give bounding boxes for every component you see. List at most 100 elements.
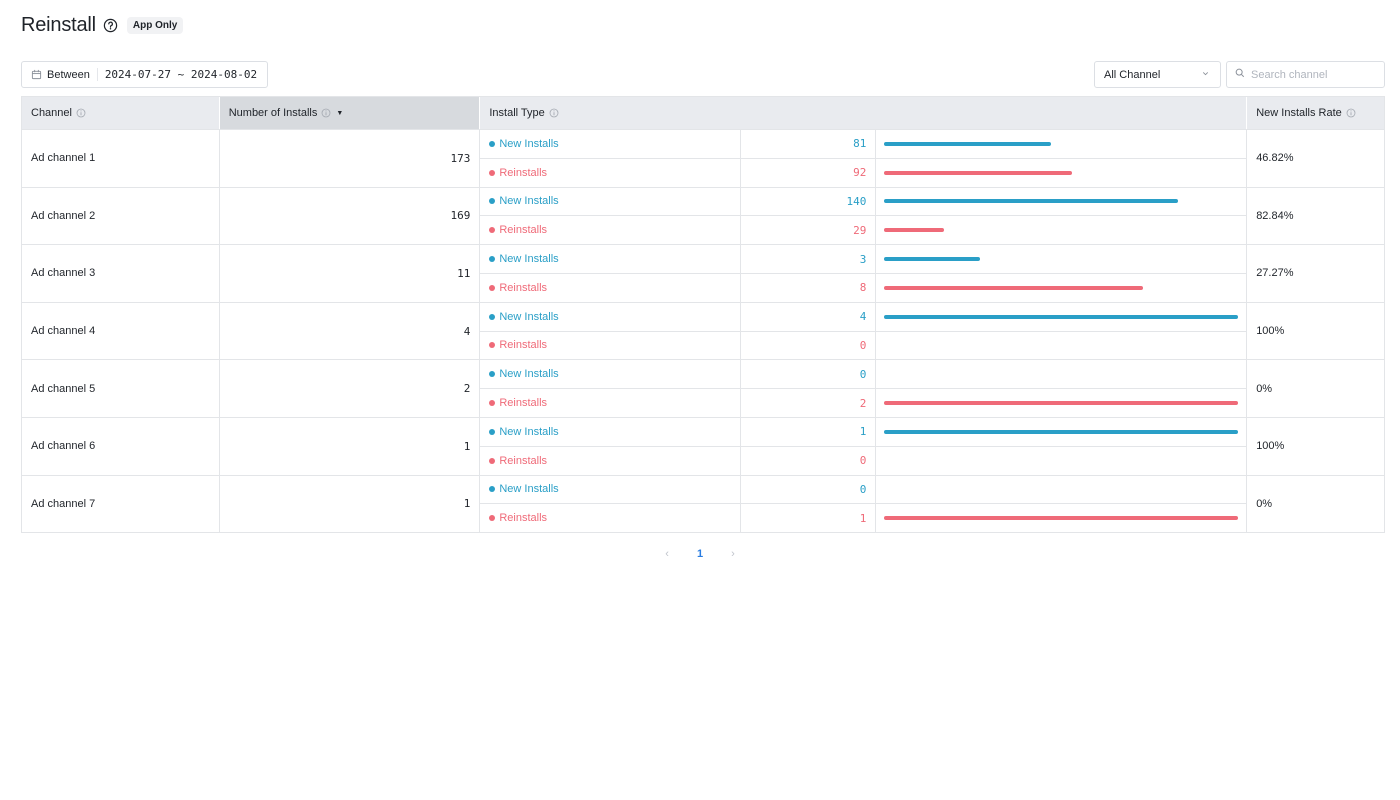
bar-cell bbox=[876, 389, 1246, 417]
type-label: New Installs bbox=[499, 253, 559, 266]
reinstalls-subrow: Reinstalls 92 bbox=[480, 157, 1247, 187]
chevron-down-icon bbox=[1201, 69, 1210, 81]
bar-cell bbox=[876, 216, 1246, 244]
column-label: Number of Installs bbox=[228, 107, 318, 119]
new-installs-subrow: New Installs 0 bbox=[480, 360, 1246, 389]
dot-icon bbox=[489, 140, 496, 147]
help-icon[interactable] bbox=[103, 17, 119, 33]
bar-cell bbox=[876, 418, 1246, 446]
new-installs-label: New Installs bbox=[480, 187, 742, 216]
installs-cell: 4 bbox=[220, 302, 481, 360]
column-header-install-type[interactable]: Install Type bbox=[480, 97, 1248, 129]
filter-bar: Between 2024-07-27 ~ 2024-08-02 All Chan… bbox=[21, 61, 1385, 88]
rate-cell: 100% bbox=[1247, 418, 1384, 475]
channel-cell: Ad channel 6 bbox=[22, 417, 220, 475]
channel-cell: Ad channel 1 bbox=[22, 130, 220, 187]
type-label: Reinstalls bbox=[499, 397, 548, 410]
bar-cell bbox=[876, 332, 1246, 360]
info-icon[interactable] bbox=[1346, 108, 1356, 118]
dot-icon bbox=[489, 313, 496, 320]
type-label: New Installs bbox=[499, 483, 559, 496]
bar-cell bbox=[876, 360, 1246, 388]
info-icon[interactable] bbox=[321, 108, 331, 118]
new-installs-label: New Installs bbox=[480, 360, 742, 389]
search-box[interactable] bbox=[1226, 61, 1385, 88]
new-installs-rate: 27.27% bbox=[1256, 267, 1294, 280]
reinstalls-bar bbox=[884, 516, 1239, 521]
reinstalls-bar bbox=[884, 170, 1072, 175]
table-row: Ad channel 4 4 New Installs 4 Reinstalls 0 100… bbox=[22, 301, 1384, 360]
type-label: Reinstalls bbox=[499, 224, 548, 237]
channel-name: Ad channel 6 bbox=[31, 440, 96, 453]
channel-name: Ad channel 1 bbox=[31, 152, 96, 165]
date-range-value: 2024-07-27 ~ 2024-08-02 bbox=[104, 68, 258, 81]
new-installs-label: New Installs bbox=[480, 245, 742, 273]
installs-total: 1 bbox=[463, 497, 471, 511]
installs-total: 173 bbox=[450, 151, 471, 165]
rate-cell: 0% bbox=[1247, 476, 1384, 533]
table-body: Ad channel 1 173 New Installs 81 Reinstalls 9… bbox=[22, 129, 1384, 533]
table-header: Channel Number of Installs ▼ Install Typ… bbox=[22, 97, 1384, 129]
search-icon bbox=[1235, 68, 1245, 81]
channel-name: Ad channel 4 bbox=[31, 325, 96, 338]
reinstalls-label: Reinstalls bbox=[480, 216, 742, 245]
column-header-channel[interactable]: Channel bbox=[22, 97, 220, 129]
reinstalls-label: Reinstalls bbox=[480, 158, 742, 187]
sort-desc-icon[interactable]: ▼ bbox=[336, 110, 343, 117]
reinstalls-count: 0 bbox=[741, 446, 877, 475]
channel-cell: Ad channel 4 bbox=[22, 302, 220, 360]
type-label: New Installs bbox=[499, 195, 559, 208]
reinstalls-bar bbox=[884, 285, 1143, 290]
reinstalls-count: 8 bbox=[741, 273, 877, 302]
column-header-rate[interactable]: New Installs Rate bbox=[1247, 97, 1384, 129]
dot-icon bbox=[489, 457, 496, 464]
prev-page-button[interactable]: ‹ bbox=[665, 548, 669, 560]
new-installs-rate: 100% bbox=[1256, 325, 1285, 338]
page-1-button[interactable]: 1 bbox=[697, 548, 703, 560]
reinstalls-subrow: Reinstalls 0 bbox=[480, 330, 1247, 360]
date-range-picker[interactable]: Between 2024-07-27 ~ 2024-08-02 bbox=[21, 61, 269, 88]
channel-name: Ad channel 2 bbox=[31, 209, 96, 222]
dot-icon bbox=[489, 342, 496, 349]
new-installs-label: New Installs bbox=[480, 302, 742, 331]
info-icon[interactable] bbox=[549, 108, 559, 118]
page-header: Reinstall App Only bbox=[21, 12, 184, 38]
table-row: Ad channel 2 169 New Installs 140 Reinstalls… bbox=[22, 186, 1384, 245]
column-header-installs[interactable]: Number of Installs ▼ bbox=[219, 97, 481, 129]
bar-cell bbox=[876, 130, 1246, 158]
reinstalls-bar bbox=[884, 401, 1239, 406]
bar-cell bbox=[876, 188, 1246, 216]
install-type-cell: New Installs 140 Reinstalls 29 bbox=[480, 187, 1248, 245]
new-installs-subrow: New Installs 0 bbox=[480, 475, 1246, 504]
calendar-icon bbox=[31, 69, 42, 80]
new-installs-count: 0 bbox=[741, 475, 877, 504]
new-installs-count: 1 bbox=[741, 417, 877, 446]
reinstalls-subrow: Reinstalls 0 bbox=[480, 445, 1247, 475]
new-installs-subrow: New Installs 81 bbox=[480, 130, 1246, 158]
bar-cell bbox=[876, 245, 1246, 273]
dot-icon bbox=[489, 256, 496, 263]
new-installs-subrow: New Installs 1 bbox=[480, 417, 1246, 446]
channel-select[interactable]: All Channel bbox=[1094, 61, 1221, 88]
next-page-button[interactable]: › bbox=[731, 548, 735, 560]
rate-cell: 27.27% bbox=[1247, 245, 1384, 302]
dot-icon bbox=[489, 371, 496, 378]
channel-name: Ad channel 5 bbox=[31, 382, 96, 395]
new-installs-subrow: New Installs 4 bbox=[480, 302, 1246, 331]
new-installs-count: 3 bbox=[741, 245, 877, 273]
reinstalls-label: Reinstalls bbox=[480, 446, 742, 475]
reinstalls-count: 0 bbox=[741, 331, 877, 360]
installs-cell: 1 bbox=[220, 417, 481, 475]
reinstalls-count: 29 bbox=[741, 216, 877, 245]
search-input[interactable] bbox=[1251, 68, 1371, 81]
bar-cell bbox=[876, 303, 1246, 331]
table-row: Ad channel 7 1 New Installs 0 Reinstalls 1 0% bbox=[22, 474, 1384, 533]
reinstalls-label: Reinstalls bbox=[480, 504, 742, 533]
bar-cell bbox=[876, 447, 1246, 475]
install-type-cell: New Installs 0 Reinstalls 1 bbox=[480, 475, 1248, 533]
new-installs-label: New Installs bbox=[480, 475, 742, 504]
reinstalls-count: 92 bbox=[741, 158, 877, 187]
info-icon[interactable] bbox=[76, 108, 86, 118]
new-installs-bar bbox=[884, 314, 1239, 319]
table-row: Ad channel 6 1 New Installs 1 Reinstalls 0 100… bbox=[22, 416, 1384, 475]
